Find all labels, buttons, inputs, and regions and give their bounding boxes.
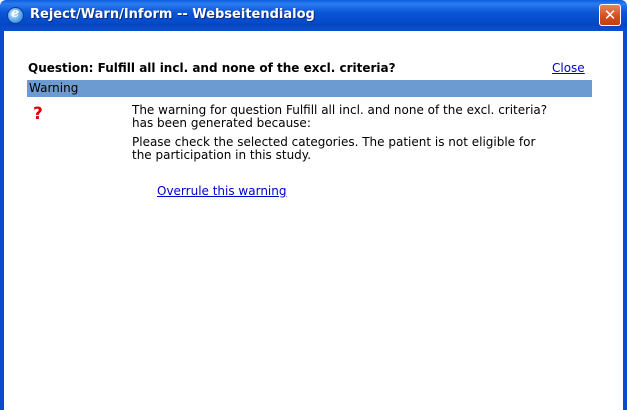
warning-detail-text: Please check the selected categories. Th… (132, 135, 536, 162)
warning-header-bar: Warning (27, 80, 592, 97)
dialog-window: e Reject/Warn/Inform -- Webseitendialog … (0, 0, 627, 410)
question-heading: Question: Fulfill all incl. and none of … (28, 61, 396, 75)
warning-label: Warning (29, 81, 79, 95)
question-mark-icon: ? (33, 104, 43, 124)
title-bar[interactable]: e Reject/Warn/Inform -- Webseitendialog … (0, 0, 627, 31)
close-link[interactable]: Close (552, 61, 585, 75)
warning-message: The warning for question Fulfill all inc… (132, 104, 552, 168)
ie-icon: e (7, 6, 24, 24)
warning-reason-text: The warning for question Fulfill all inc… (132, 103, 548, 130)
window-frame-right (623, 31, 627, 410)
dialog-content: Question: Fulfill all incl. and none of … (4, 31, 623, 410)
window-close-button[interactable]: ✕ (599, 4, 621, 26)
window-title: Reject/Warn/Inform -- Webseitendialog (30, 7, 315, 22)
overrule-warning-link[interactable]: Overrule this warning (157, 184, 287, 198)
